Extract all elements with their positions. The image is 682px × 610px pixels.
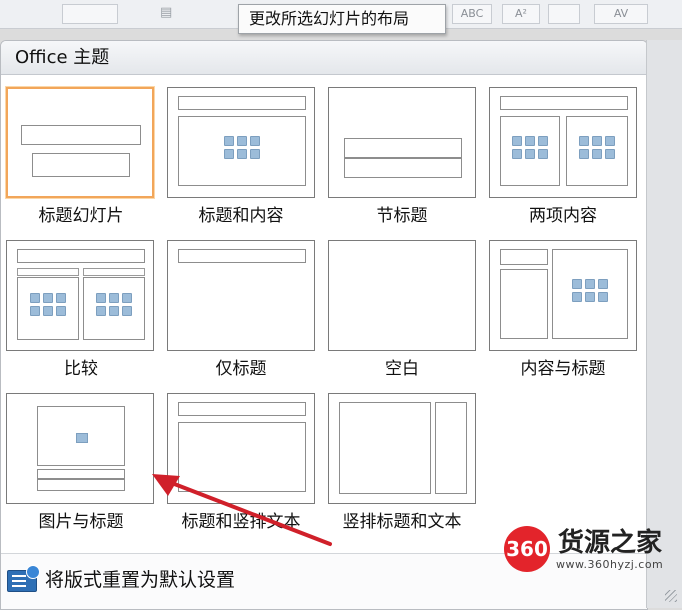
reset-layout-icon bbox=[7, 565, 40, 592]
vertical-title-placeholder bbox=[435, 402, 467, 494]
layout-thumb-vertical-title-text[interactable] bbox=[328, 393, 476, 504]
layout-thumb-section-header[interactable] bbox=[328, 87, 476, 198]
subtitle-placeholder bbox=[32, 153, 130, 177]
content-icons bbox=[579, 136, 615, 164]
layout-thumb-title-vertical-text[interactable] bbox=[167, 393, 315, 504]
heading-placeholder-left bbox=[17, 268, 79, 276]
watermark-logo: 360 bbox=[504, 526, 550, 572]
gallery-header: Office 主题 bbox=[1, 41, 647, 75]
layout-thumb-two-content[interactable] bbox=[489, 87, 637, 198]
text-placeholder bbox=[344, 158, 462, 178]
layout-label-two-content: 两项内容 bbox=[529, 206, 597, 226]
strikethrough-button[interactable]: ABC bbox=[452, 4, 492, 24]
watermark: 360 货源之家 www.360hyzj.com bbox=[498, 520, 678, 582]
content-icons bbox=[572, 279, 608, 307]
title-placeholder bbox=[37, 469, 125, 479]
watermark-url: www.360hyzj.com bbox=[556, 558, 664, 571]
layout-label-title-only: 仅标题 bbox=[215, 359, 267, 379]
title-placeholder bbox=[17, 249, 145, 263]
layout-label-blank: 空白 bbox=[385, 359, 419, 379]
reset-layout-label: 将版式重置为默认设置 bbox=[45, 569, 236, 591]
layout-thumb-blank[interactable] bbox=[328, 240, 476, 351]
content-icons bbox=[96, 293, 132, 321]
content-icons bbox=[512, 136, 548, 164]
layout-thumb-picture-caption[interactable] bbox=[6, 393, 154, 504]
subscript-button[interactable] bbox=[548, 4, 580, 24]
vertical-text-placeholder bbox=[339, 402, 431, 494]
layout-tooltip: 更改所选幻灯片的布局 bbox=[238, 4, 446, 34]
vertical-text-placeholder bbox=[178, 422, 306, 492]
text-placeholder bbox=[37, 479, 125, 491]
title-placeholder bbox=[344, 138, 462, 158]
layout-label-title-slide: 标题幻灯片 bbox=[38, 206, 124, 226]
char-spacing-button[interactable]: AV bbox=[594, 4, 648, 24]
layout-icon[interactable]: ▤ bbox=[160, 4, 172, 22]
layout-thumb-title-slide[interactable] bbox=[6, 87, 154, 198]
layout-label-picture-caption: 图片与标题 bbox=[38, 512, 124, 532]
title-placeholder bbox=[500, 96, 628, 110]
text-placeholder bbox=[500, 269, 548, 339]
layout-thumb-title-content[interactable] bbox=[167, 87, 315, 198]
title-placeholder bbox=[178, 96, 306, 110]
content-icons bbox=[30, 293, 66, 321]
layout-label-vertical-title-text: 竖排标题和文本 bbox=[342, 512, 462, 532]
layout-label-comparison: 比较 bbox=[64, 359, 98, 379]
layout-thumb-title-only[interactable] bbox=[167, 240, 315, 351]
heading-placeholder-right bbox=[83, 268, 145, 276]
title-placeholder bbox=[178, 249, 306, 263]
layout-thumb-content-caption[interactable] bbox=[489, 240, 637, 351]
layout-label-content-caption: 内容与标题 bbox=[520, 359, 606, 379]
watermark-name: 货源之家 bbox=[558, 528, 663, 558]
layout-label-section-header: 节标题 bbox=[376, 206, 428, 226]
ribbon-button[interactable] bbox=[62, 4, 118, 24]
layout-label-title-content: 标题和内容 bbox=[198, 206, 284, 226]
picture-placeholder bbox=[37, 406, 125, 466]
picture-icon bbox=[76, 433, 88, 443]
superscript-button[interactable]: A² bbox=[502, 4, 540, 24]
resize-grip-icon[interactable] bbox=[665, 590, 677, 602]
title-placeholder bbox=[500, 249, 548, 265]
title-placeholder bbox=[21, 125, 141, 145]
title-placeholder bbox=[178, 402, 306, 416]
content-icons bbox=[224, 136, 260, 164]
layout-label-title-vertical-text: 标题和竖排文本 bbox=[181, 512, 301, 532]
layout-thumb-comparison[interactable] bbox=[6, 240, 154, 351]
